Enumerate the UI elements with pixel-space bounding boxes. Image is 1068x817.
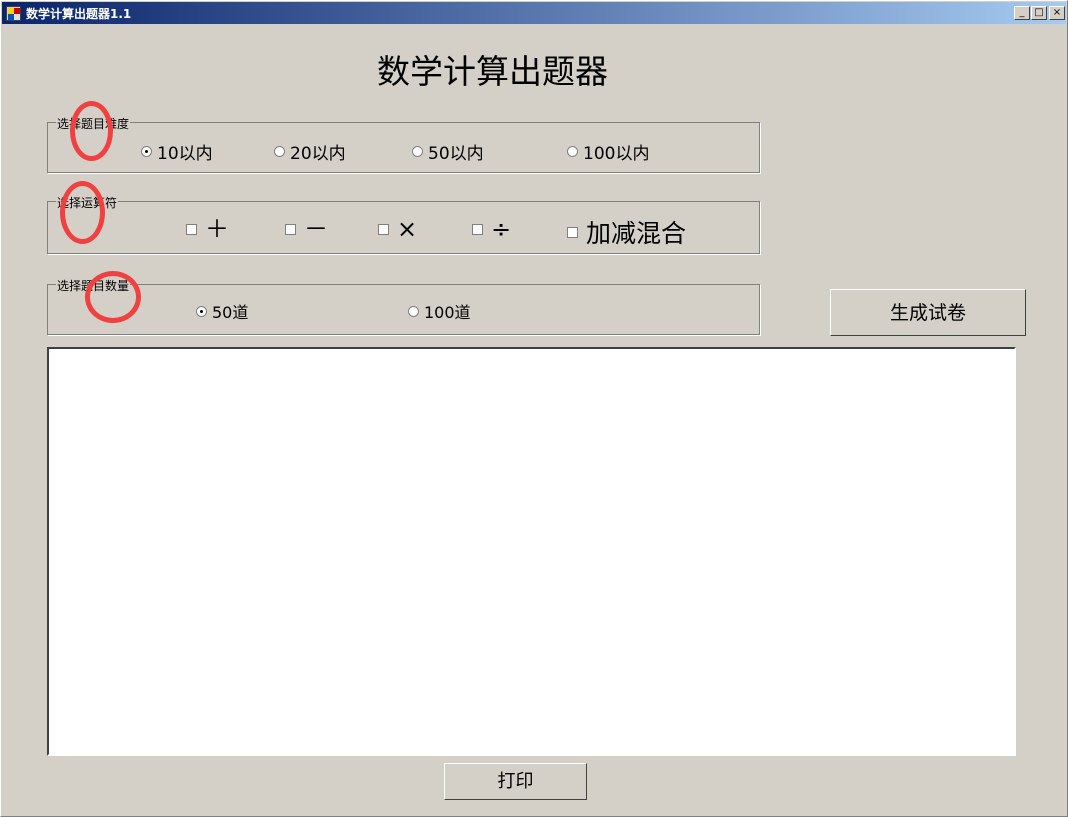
quantity-option-100[interactable]: 100道 bbox=[408, 299, 471, 323]
multiply-icon: × bbox=[397, 215, 418, 243]
difficulty-option-10[interactable]: 10以内 bbox=[141, 139, 213, 164]
close-icon[interactable]: × bbox=[1049, 6, 1065, 20]
checkbox[interactable] bbox=[186, 223, 197, 235]
quantity-legend: 选择题目数量 bbox=[56, 277, 131, 294]
checkbox[interactable] bbox=[567, 226, 578, 238]
page-title: 数学计算出题器 bbox=[377, 52, 608, 91]
operator-option-label: 加减混合 bbox=[586, 219, 687, 248]
radio-button[interactable] bbox=[408, 305, 419, 317]
radio-button[interactable] bbox=[196, 305, 207, 317]
operator-option-multiply[interactable]: × bbox=[378, 217, 417, 241]
operator-option-mixed[interactable]: 加减混合 bbox=[567, 214, 686, 250]
difficulty-option-20[interactable]: 20以内 bbox=[274, 139, 346, 164]
operator-option-divide[interactable]: ÷ bbox=[472, 217, 511, 241]
quantity-option-label: 100道 bbox=[424, 303, 471, 322]
checkbox[interactable] bbox=[472, 223, 483, 235]
window-title: 数学计算出题器1.1 bbox=[26, 7, 132, 21]
operator-option-plus[interactable]: ＋ bbox=[186, 217, 229, 241]
difficulty-legend: 选择题目难度 bbox=[56, 115, 131, 132]
minus-icon: － bbox=[304, 215, 328, 243]
operator-option-minus[interactable]: － bbox=[285, 217, 328, 241]
generate-paper-button[interactable]: 生成试卷 bbox=[830, 289, 1026, 336]
divide-icon: ÷ bbox=[491, 215, 512, 243]
app-icon[interactable] bbox=[6, 6, 21, 21]
checkbox[interactable] bbox=[285, 223, 296, 235]
output-textarea[interactable] bbox=[47, 347, 1016, 756]
checkbox[interactable] bbox=[378, 223, 389, 235]
quantity-option-label: 50道 bbox=[212, 303, 249, 322]
plus-icon: ＋ bbox=[205, 215, 229, 243]
difficulty-option-label: 50以内 bbox=[428, 144, 484, 164]
difficulty-option-label: 10以内 bbox=[157, 144, 213, 164]
quantity-group bbox=[47, 284, 760, 335]
minimize-icon[interactable]: _ bbox=[1014, 6, 1030, 20]
radio-button[interactable] bbox=[567, 146, 578, 157]
radio-button[interactable] bbox=[274, 146, 285, 157]
operator-legend: 选择运算符 bbox=[56, 194, 119, 211]
difficulty-option-50[interactable]: 50以内 bbox=[412, 139, 484, 164]
difficulty-option-label: 20以内 bbox=[290, 144, 346, 164]
print-button[interactable]: 打印 bbox=[444, 763, 587, 800]
difficulty-option-100[interactable]: 100以内 bbox=[567, 139, 649, 164]
radio-button[interactable] bbox=[412, 146, 423, 157]
title-bar[interactable]: 数学计算出题器1.1 _ □ × bbox=[2, 2, 1066, 24]
quantity-option-50[interactable]: 50道 bbox=[196, 299, 248, 323]
maximize-icon[interactable]: □ bbox=[1031, 6, 1047, 20]
radio-button[interactable] bbox=[141, 146, 152, 157]
difficulty-option-label: 100以内 bbox=[583, 144, 650, 164]
